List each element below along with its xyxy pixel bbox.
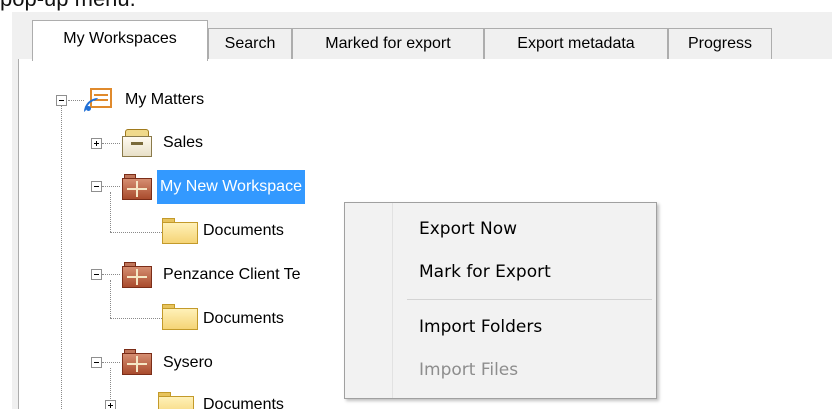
menu-item-mark-for-export[interactable]: Mark for Export — [347, 254, 654, 290]
tab-progress[interactable]: Progress — [668, 28, 772, 60]
tree-line — [102, 143, 120, 144]
tree-node-sales[interactable]: Sales — [160, 126, 206, 160]
menu-item-import-folders[interactable]: Import Folders — [347, 309, 654, 345]
menu-item-import-files: Import Files — [419, 360, 519, 380]
tree-node-penzance-client[interactable]: Penzance Client Te — [160, 258, 304, 292]
tree-line — [110, 232, 162, 233]
tree-line — [102, 362, 120, 363]
tree-node-documents[interactable]: Documents — [200, 214, 287, 248]
context-menu: Export Now Mark for Export Import Folder… — [344, 202, 657, 399]
tab-marked-for-export[interactable]: Marked for export — [292, 28, 484, 60]
collapse-toggle-sysero[interactable] — [91, 357, 102, 368]
caption-fragment: pop-up menu. — [0, 0, 136, 11]
collapse-toggle-my-matters[interactable] — [56, 95, 67, 106]
tab-export-metadata[interactable]: Export metadata — [484, 28, 668, 60]
workspace-icon — [122, 174, 152, 200]
tree-node-my-new-workspace[interactable]: My New Workspace — [157, 170, 305, 204]
folder-icon — [162, 216, 198, 246]
tab-strip: My Workspaces Search Marked for export E… — [18, 18, 832, 61]
tree-line — [110, 280, 111, 318]
collapse-toggle-my-new-workspace[interactable] — [91, 181, 102, 192]
tree-line — [68, 100, 84, 101]
tree-node-documents[interactable]: Documents — [200, 388, 287, 409]
matters-feed-icon — [84, 86, 114, 112]
workspace-icon — [122, 349, 152, 375]
folder-icon — [158, 390, 194, 409]
tree-node-my-matters[interactable]: My Matters — [122, 83, 207, 117]
tree-node-documents[interactable]: Documents — [200, 302, 287, 336]
tree-line — [110, 192, 111, 232]
folder-icon — [162, 302, 198, 332]
tree-line — [102, 186, 120, 187]
collapse-toggle-penzance-client[interactable] — [91, 269, 102, 280]
tree-line — [110, 318, 162, 319]
tree-node-sysero[interactable]: Sysero — [160, 346, 216, 380]
tab-search[interactable]: Search — [208, 28, 292, 60]
tree-line — [102, 274, 120, 275]
expand-toggle-sales[interactable] — [91, 138, 102, 149]
menu-separator — [407, 299, 652, 300]
menu-item-export-now[interactable]: Export Now — [347, 211, 654, 247]
tree-line — [61, 105, 62, 409]
expand-toggle-documents[interactable] — [105, 400, 116, 409]
filing-cabinet-icon — [122, 129, 152, 157]
workspace-icon — [122, 262, 152, 288]
tab-my-workspaces[interactable]: My Workspaces — [32, 20, 208, 61]
